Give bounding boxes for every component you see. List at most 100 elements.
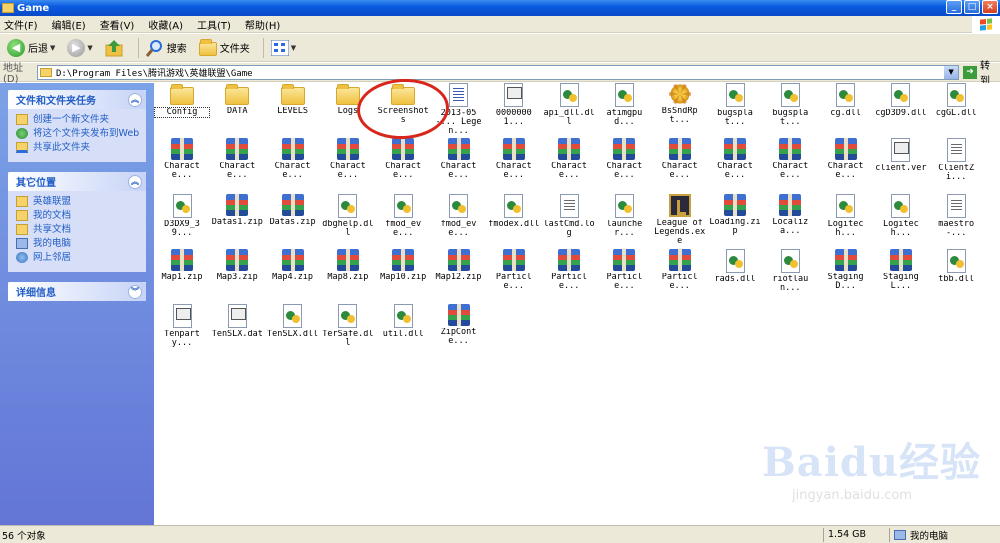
file-item[interactable]: Characte... xyxy=(486,138,542,190)
search-button[interactable]: 搜索 xyxy=(143,37,190,59)
forward-button[interactable]: ▶ ▼ xyxy=(64,37,95,59)
file-item[interactable]: client.ver xyxy=(873,138,929,190)
back-button[interactable]: ◀ 后退 ▼ xyxy=(4,37,58,59)
file-item[interactable]: Characte... xyxy=(762,138,818,190)
file-item[interactable]: Tenparty... xyxy=(154,304,210,356)
file-item[interactable]: Map10.zip xyxy=(375,248,431,301)
dropdown-arrow-icon[interactable]: ▼ xyxy=(291,44,296,52)
file-item[interactable]: Characte... xyxy=(320,138,376,190)
file-item[interactable]: Characte... xyxy=(818,138,874,190)
file-item[interactable]: tbb.dll xyxy=(928,248,984,301)
expand-icon[interactable]: ︾ xyxy=(128,284,142,299)
file-item[interactable]: League of Legends.exe xyxy=(652,193,708,246)
place-lol[interactable]: 英雄联盟 xyxy=(16,196,140,207)
file-item[interactable]: Datas1.zip xyxy=(209,193,265,246)
file-item[interactable]: fmod_eve... xyxy=(431,193,487,246)
dropdown-arrow-icon[interactable]: ▼ xyxy=(50,44,55,52)
file-item[interactable]: Map1.zip xyxy=(154,248,210,301)
file-item[interactable]: Map3.zip xyxy=(209,248,265,301)
file-item[interactable]: ClientZi... xyxy=(928,138,984,190)
folder-item[interactable]: LEVELS xyxy=(265,83,321,135)
folder-item[interactable]: Screenshots xyxy=(375,83,431,135)
place-my-documents[interactable]: 我的文档 xyxy=(16,210,140,221)
file-item[interactable]: fmodex.dll xyxy=(486,193,542,246)
task-share-folder[interactable]: 共享此文件夹 xyxy=(16,142,140,153)
file-item[interactable]: Logitech... xyxy=(818,193,874,246)
file-item[interactable]: Characte... xyxy=(707,138,763,190)
file-item[interactable]: dbghelp.dll xyxy=(320,193,376,246)
address-input[interactable]: D:\Program Files\腾讯游戏\英雄联盟\Game ▼ xyxy=(36,64,960,80)
folder-item[interactable]: Logs xyxy=(320,83,376,135)
file-item[interactable]: Characte... xyxy=(596,138,652,190)
folders-button[interactable]: 文件夹 xyxy=(196,37,253,59)
file-item[interactable]: cgGL.dll xyxy=(928,83,984,135)
file-item[interactable]: Datas.zip xyxy=(265,193,321,246)
minimize-button[interactable]: _ xyxy=(946,0,962,14)
task-publish-web[interactable]: 将这个文件夹发布到Web xyxy=(16,128,140,139)
maximize-button[interactable]: □ xyxy=(964,0,980,14)
menu-edit[interactable]: 编辑(E) xyxy=(52,17,86,32)
file-item[interactable]: api_dll.dll xyxy=(541,83,597,135)
file-item[interactable]: Localiza... xyxy=(762,193,818,246)
file-item[interactable]: Logitech... xyxy=(873,193,929,246)
file-item[interactable]: Map4.zip xyxy=(265,248,321,301)
file-item[interactable]: Loading.zip xyxy=(707,193,763,246)
file-item[interactable]: Map8.zip xyxy=(320,248,376,301)
file-item[interactable]: maestro-... xyxy=(928,193,984,246)
file-item[interactable]: fmod_eve... xyxy=(375,193,431,246)
file-item[interactable]: riotlaun... xyxy=(762,248,818,301)
file-item[interactable]: ZipConte... xyxy=(431,304,487,356)
file-item[interactable]: StagingD... xyxy=(818,248,874,301)
menu-file[interactable]: 文件(F) xyxy=(4,17,38,32)
file-item[interactable]: StagingL... xyxy=(873,248,929,301)
file-item[interactable]: bugsplat... xyxy=(762,83,818,135)
file-item[interactable]: TenSLX.dat xyxy=(209,304,265,356)
panel-header[interactable]: 其它位置 ︽ xyxy=(8,172,146,191)
file-item[interactable]: lastCmd.log xyxy=(541,193,597,246)
chevron-down-icon[interactable]: ▼ xyxy=(944,65,959,79)
file-item[interactable]: Particle... xyxy=(541,248,597,301)
file-item[interactable]: Characte... xyxy=(209,138,265,190)
place-shared-documents[interactable]: 共享文档 xyxy=(16,224,140,235)
collapse-icon[interactable]: ︽ xyxy=(128,174,142,189)
file-item[interactable]: Characte... xyxy=(265,138,321,190)
views-button[interactable]: ▼ xyxy=(268,37,299,59)
file-item[interactable]: rads.dll xyxy=(707,248,763,301)
file-item[interactable]: Characte... xyxy=(431,138,487,190)
collapse-icon[interactable]: ︽ xyxy=(128,92,142,107)
file-item[interactable]: Map12.zip xyxy=(431,248,487,301)
file-item[interactable]: cgD3D9.dll xyxy=(873,83,929,135)
task-new-folder[interactable]: 创建一个新文件夹 xyxy=(16,114,140,125)
file-item[interactable]: Characte... xyxy=(375,138,431,190)
file-item[interactable]: 2013-05-... Legen... xyxy=(431,83,487,135)
file-item[interactable]: cg.dll xyxy=(818,83,874,135)
file-item[interactable]: launcher... xyxy=(596,193,652,246)
file-item[interactable]: Particle... xyxy=(652,248,708,301)
file-item[interactable]: Characte... xyxy=(154,138,210,190)
folder-item[interactable]: DATA xyxy=(209,83,265,135)
dropdown-arrow-icon[interactable]: ▼ xyxy=(87,44,92,52)
file-item[interactable]: util.dll xyxy=(375,304,431,356)
place-my-computer[interactable]: 我的电脑 xyxy=(16,238,140,249)
file-item[interactable]: D3DX9_39... xyxy=(154,193,210,246)
menu-help[interactable]: 帮助(H) xyxy=(245,17,280,32)
file-item[interactable]: atimgpud... xyxy=(596,83,652,135)
file-item[interactable]: Particle... xyxy=(486,248,542,301)
panel-header[interactable]: 文件和文件夹任务 ︽ xyxy=(8,90,146,109)
file-item[interactable]: Particle... xyxy=(596,248,652,301)
file-item[interactable]: 00000001... xyxy=(486,83,542,135)
menu-view[interactable]: 查看(V) xyxy=(100,17,135,32)
close-button[interactable]: × xyxy=(982,0,998,14)
file-item[interactable]: BsSndRpt... xyxy=(652,83,708,135)
menu-tools[interactable]: 工具(T) xyxy=(197,17,231,32)
file-item[interactable]: bugsplat... xyxy=(707,83,763,135)
file-item[interactable]: TenSLX.dll xyxy=(265,304,321,356)
file-item[interactable]: Characte... xyxy=(652,138,708,190)
menu-favorites[interactable]: 收藏(A) xyxy=(148,17,183,32)
place-network[interactable]: 网上邻居 xyxy=(16,252,140,263)
up-button[interactable] xyxy=(102,37,128,59)
panel-header[interactable]: 详细信息 ︾ xyxy=(8,282,146,301)
folder-item[interactable]: Config xyxy=(154,83,210,135)
file-item[interactable]: TerSafe.dll xyxy=(320,304,376,356)
file-item[interactable]: Characte... xyxy=(541,138,597,190)
